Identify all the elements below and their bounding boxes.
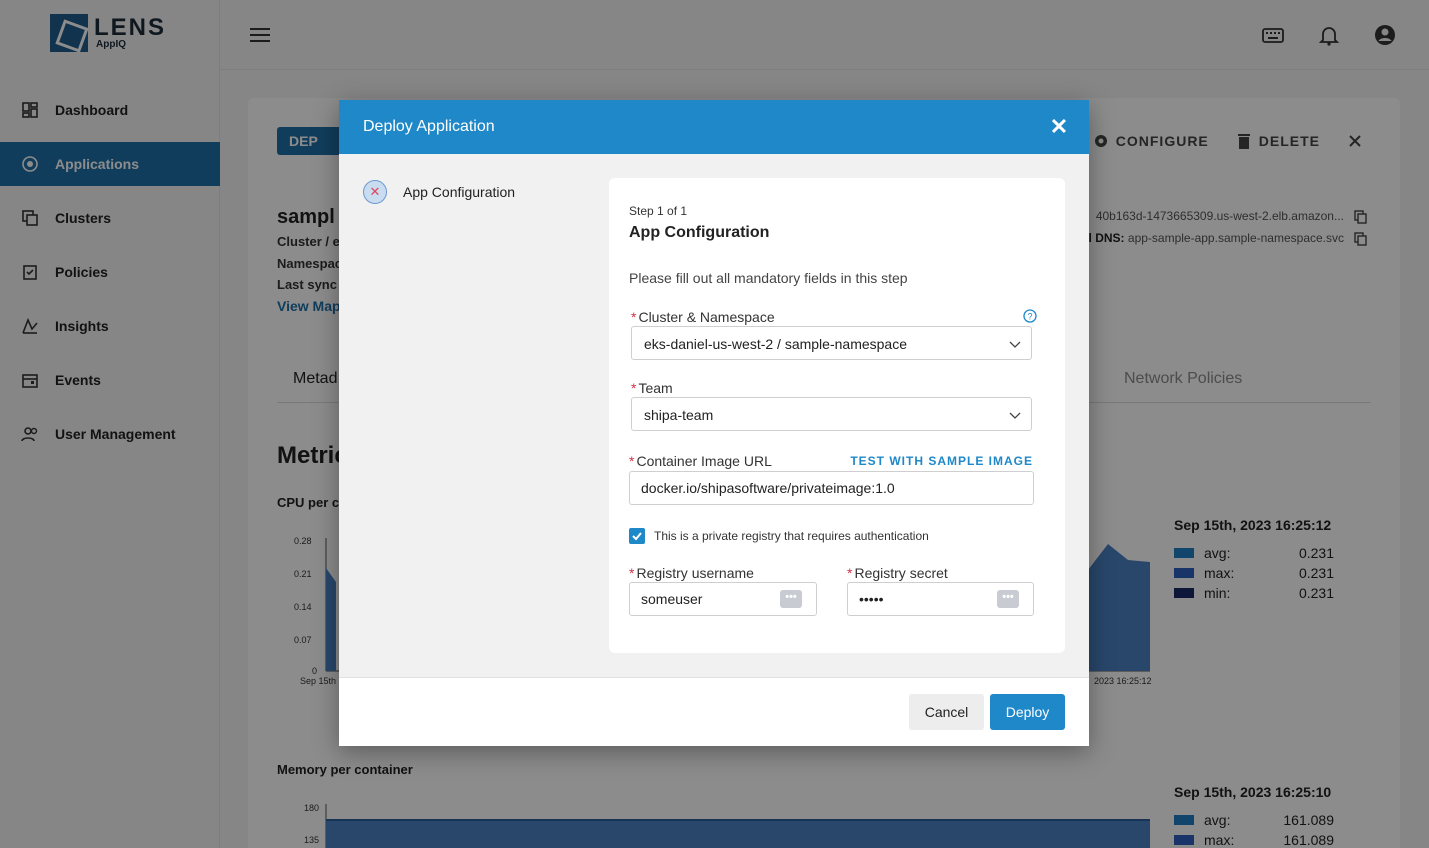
modal-close-icon[interactable]: ✕	[1049, 116, 1069, 138]
step-nav-label: App Configuration	[403, 184, 516, 200]
step-error-icon: ✕	[363, 180, 387, 204]
team-select[interactable]: shipa-team	[631, 397, 1032, 431]
container-image-input[interactable]	[629, 471, 1034, 505]
deploy-application-modal: Deploy Application ✕ ✕ App Configuration…	[339, 100, 1089, 746]
help-icon[interactable]: ?	[1023, 309, 1037, 323]
svg-text:?: ?	[1027, 312, 1032, 322]
modal-title: Deploy Application	[363, 118, 495, 135]
app-configuration-form: Step 1 of 1 App Configuration Please fil…	[609, 178, 1065, 653]
form-title: App Configuration	[629, 224, 770, 241]
password-manager-icon[interactable]: •••	[780, 590, 802, 608]
private-registry-label: This is a private registry that requires…	[654, 529, 929, 543]
modal-footer: Cancel Deploy	[339, 677, 1089, 746]
team-label: * Team	[631, 380, 673, 396]
form-hint: Please fill out all mandatory fields in …	[629, 270, 908, 286]
step-nav-app-configuration[interactable]: ✕ App Configuration	[363, 180, 515, 204]
modal-header: Deploy Application ✕	[339, 100, 1089, 154]
cluster-namespace-select[interactable]: eks-daniel-us-west-2 / sample-namespace	[631, 326, 1032, 360]
container-image-label: * Container Image URL	[629, 453, 772, 469]
chevron-down-icon	[1009, 412, 1021, 419]
cluster-namespace-value: eks-daniel-us-west-2 / sample-namespace	[644, 336, 907, 352]
cluster-namespace-label: * Cluster & Namespace	[631, 309, 775, 325]
cancel-button[interactable]: Cancel	[909, 694, 984, 730]
check-icon	[632, 532, 642, 541]
deploy-submit-button[interactable]: Deploy	[990, 694, 1065, 730]
private-registry-checkbox[interactable]	[629, 528, 645, 544]
step-count: Step 1 of 1	[629, 204, 688, 218]
password-manager-icon[interactable]: •••	[997, 590, 1019, 608]
chevron-down-icon	[1009, 341, 1021, 348]
team-value: shipa-team	[644, 407, 714, 423]
registry-username-label: * Registry username	[629, 565, 754, 581]
test-sample-image-link[interactable]: TEST WITH SAMPLE IMAGE	[850, 454, 1033, 468]
registry-secret-label: * Registry secret	[847, 565, 948, 581]
